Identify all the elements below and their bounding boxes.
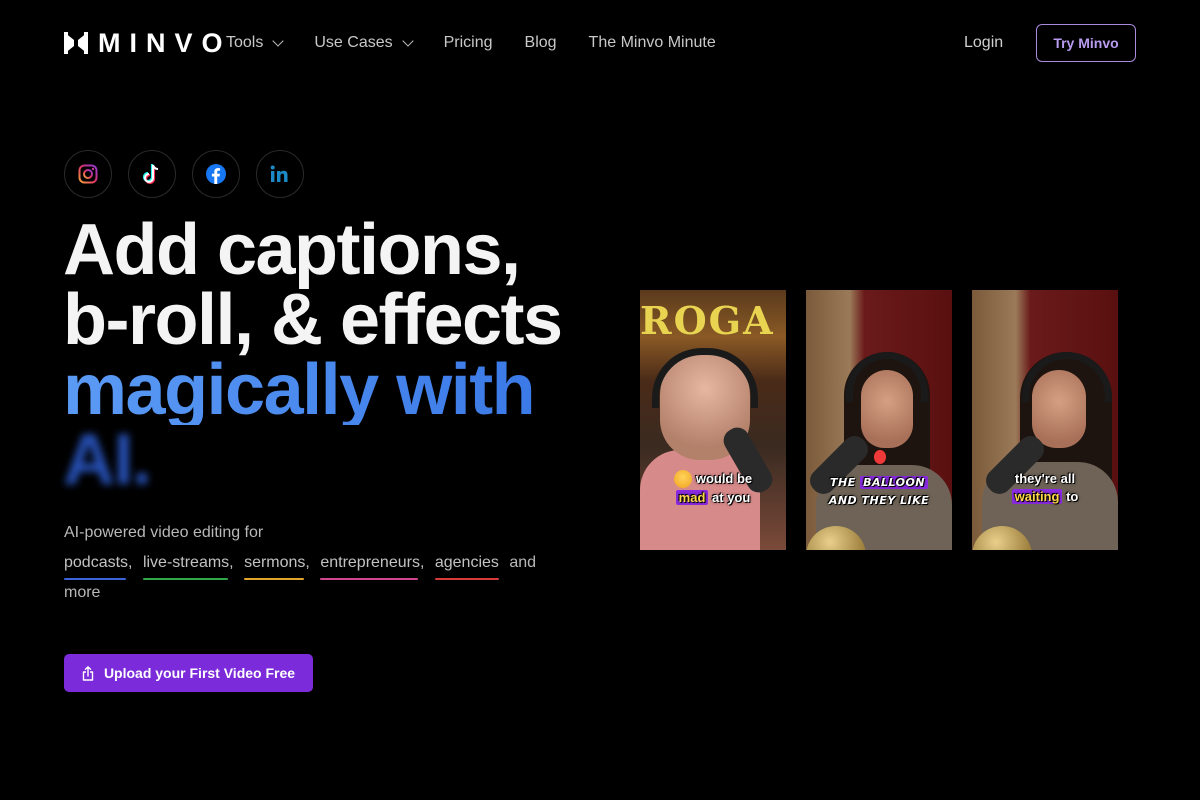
tiktok-icon (142, 164, 159, 185)
headphones-shape (846, 352, 928, 402)
video-caption: they're all waiting to (972, 470, 1118, 506)
video-caption: would be mad at you (640, 469, 786, 507)
example-videos: ROGA ENT would be mad at you THE BALLOON… (640, 290, 1118, 550)
headline-line-2: b-roll, & effects (63, 280, 563, 360)
login-link[interactable]: Login (964, 33, 1003, 53)
example-video-2[interactable]: THE BALLOON AND THEY LIKE (806, 290, 952, 550)
top-navigation: MINVO Tools Use Cases Pricing Blog The M… (0, 0, 1200, 86)
chevron-down-icon (401, 34, 414, 47)
headline-line-1: Add captions, (63, 210, 521, 290)
tag-entrepreneurs[interactable]: entrepreneurs, (320, 548, 424, 580)
nav-blog[interactable]: Blog (525, 33, 557, 53)
headphones-shape (1022, 352, 1112, 402)
nav-links: Tools Use Cases Pricing Blog The Minvo M… (226, 33, 748, 53)
tag-agencies[interactable]: agencies (434, 548, 499, 580)
nav-use-cases[interactable]: Use Cases (314, 33, 414, 53)
chevron-down-icon (272, 34, 285, 47)
hero-headline: Add captions, b-roll, & effects magicall… (63, 210, 563, 500)
nav-use-cases-label: Use Cases (314, 34, 393, 51)
hero-subtext: AI-powered video editing for podcasts, l… (64, 518, 584, 608)
logo-text: MINVO (98, 28, 232, 58)
facebook-link[interactable] (192, 150, 240, 198)
nav-minvo-minute[interactable]: The Minvo Minute (589, 33, 716, 53)
try-minvo-button[interactable]: Try Minvo (1036, 24, 1136, 62)
tag-live-streams[interactable]: live-streams, (142, 548, 234, 580)
subtext-intro: AI-powered video editing for (64, 524, 264, 541)
facebook-icon (206, 164, 226, 184)
subtext-more: more (64, 584, 101, 601)
tag-podcasts[interactable]: podcasts, (64, 548, 132, 580)
upload-video-button[interactable]: Upload your First Video Free (64, 654, 313, 692)
nav-tools-label: Tools (226, 34, 264, 51)
nav-tools[interactable]: Tools (226, 33, 285, 53)
instagram-link[interactable] (64, 150, 112, 198)
video-caption: THE BALLOON AND THEY LIKE (828, 476, 930, 507)
balloon-shape (874, 450, 886, 464)
example-video-1[interactable]: ROGA ENT would be mad at you (640, 290, 786, 550)
subtext-and: and (509, 554, 537, 571)
upload-video-button-label: Upload your First Video Free (103, 665, 296, 681)
linkedin-link[interactable] (256, 150, 304, 198)
instagram-icon (78, 164, 98, 184)
angry-emoji-icon (673, 469, 692, 488)
headphones-shape (652, 348, 758, 408)
social-icons (64, 150, 320, 198)
tiktok-link[interactable] (128, 150, 176, 198)
tag-sermons[interactable]: sermons, (244, 548, 310, 580)
headline-line-4: AI. (63, 420, 152, 500)
nav-pricing[interactable]: Pricing (444, 33, 493, 53)
video-background-sign: ROGA (640, 298, 775, 343)
minvo-logo[interactable]: MINVO (64, 28, 232, 58)
use-case-tags: podcasts, live-streams, sermons, entrepr… (64, 548, 584, 580)
minvo-logo-icon (64, 32, 88, 54)
headline-line-3: magically with (63, 354, 562, 426)
example-video-3[interactable]: they're all waiting to (972, 290, 1118, 550)
upload-share-icon (82, 665, 94, 681)
linkedin-icon (270, 165, 288, 182)
